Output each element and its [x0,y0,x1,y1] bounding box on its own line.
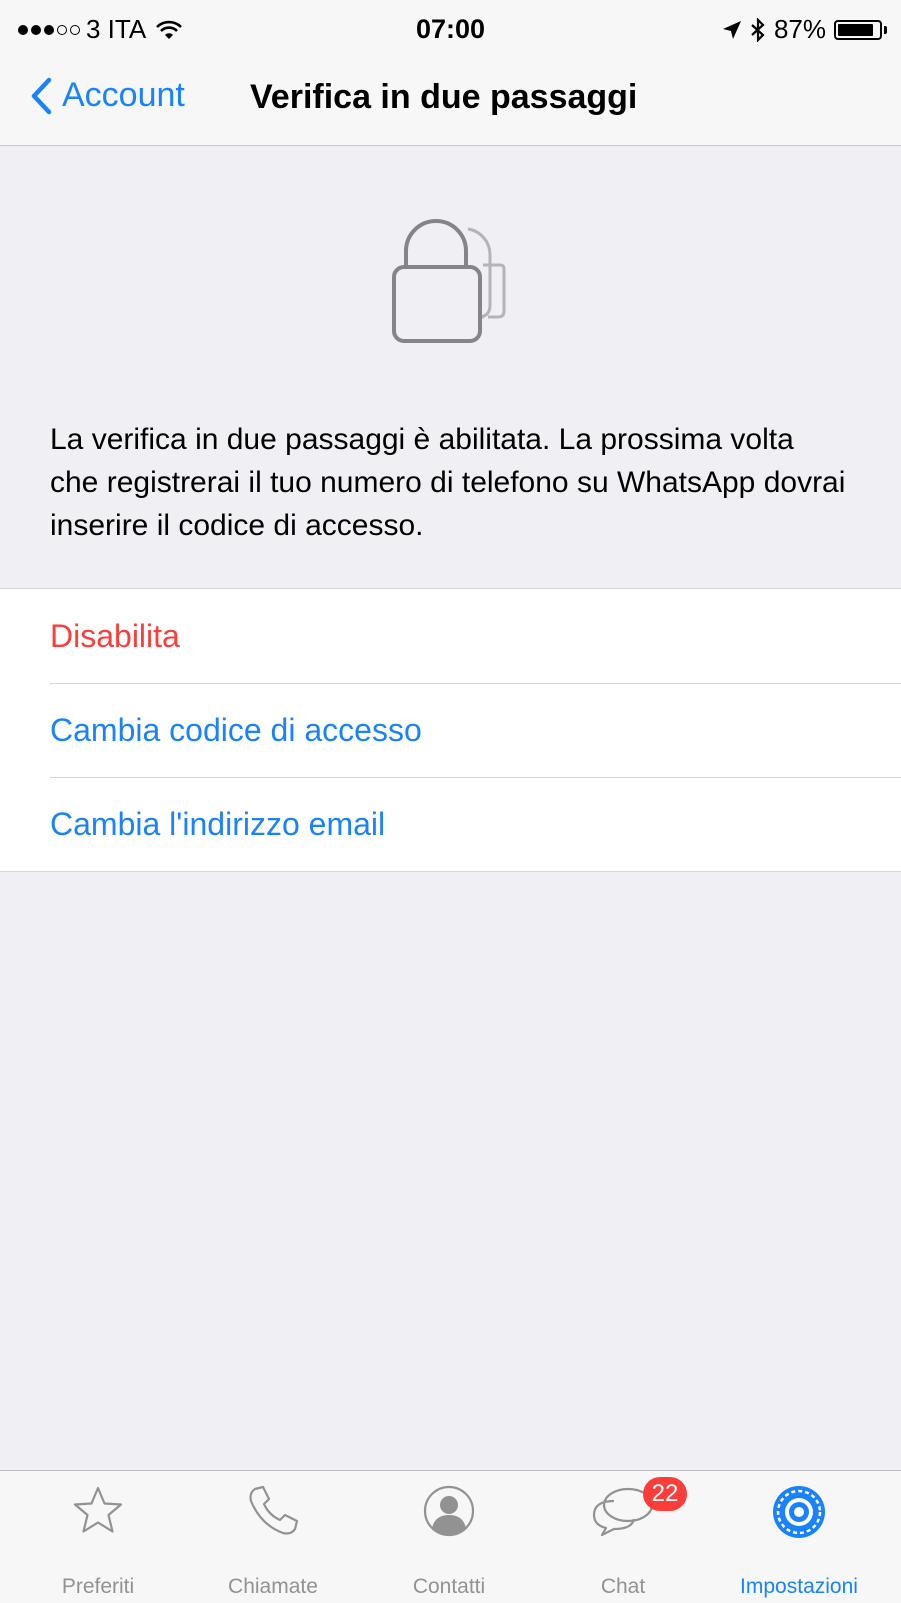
tab-chat[interactable]: 22 Chat [533,1471,713,1603]
unread-badge: 22 [643,1477,687,1511]
bluetooth-icon [751,17,765,42]
chevron-left-icon [31,77,52,114]
options-list: Disabilita Cambia codice di accesso Camb… [0,588,901,872]
back-button-label: Account [62,76,185,114]
change-email-button[interactable]: Cambia l'indirizzo email [0,777,901,871]
star-icon [73,1486,123,1533]
tab-label: Preferiti [61,1575,135,1598]
location-arrow-icon [722,20,741,39]
back-button[interactable]: Account [30,76,185,115]
settings-gear-icon [773,1486,825,1538]
tab-label: Impostazioni [740,1575,858,1598]
battery-tip [884,25,887,34]
tab-bar: Preferiti Chiamate Contatti 22 Chat Impo… [0,1470,901,1603]
tab-contatti[interactable]: Contatti [359,1471,539,1603]
status-bar: 3 ITA 07:00 87% [0,0,901,60]
tab-label: Chiamate [228,1575,318,1598]
tab-label: Contatti [412,1575,486,1598]
tab-label: Chat [600,1575,646,1598]
phone-icon [249,1485,299,1535]
battery-percent: 87% [773,14,826,44]
change-passcode-button[interactable]: Cambia codice di accesso [0,683,901,777]
tab-preferiti[interactable]: Preferiti [8,1471,188,1603]
navigation-bar: Account Verifica in due passaggi [0,60,901,146]
tab-chiamate[interactable]: Chiamate [183,1471,363,1603]
tab-impostazioni[interactable]: Impostazioni [709,1471,889,1603]
contact-icon [423,1485,475,1537]
battery-icon [834,19,882,40]
page-title: Verifica in due passaggi [250,78,638,116]
two-step-info-text: La verifica in due passaggi è abilitata.… [50,423,846,542]
status-right: 87% [722,14,887,45]
disable-button[interactable]: Disabilita [0,589,901,683]
lock-icon [388,215,510,345]
battery-level-fill [838,23,873,36]
